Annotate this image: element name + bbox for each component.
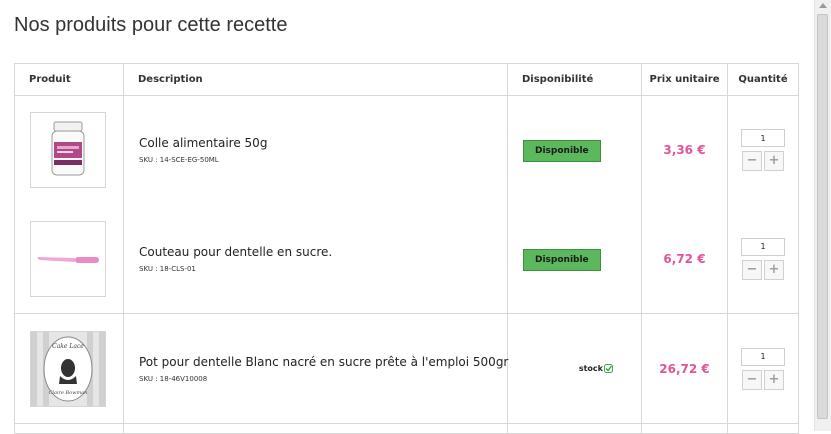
scroll-up-icon[interactable] <box>819 3 827 8</box>
quantity-cell: − + <box>727 95 799 205</box>
price-cell: 6,72 € <box>641 204 728 314</box>
product-image-cell <box>14 204 124 314</box>
quantity-input[interactable] <box>741 347 785 366</box>
quantity-cell: − + <box>727 313 799 424</box>
increase-quantity-button[interactable]: + <box>764 259 784 280</box>
increase-quantity-button[interactable]: + <box>764 151 784 172</box>
stock-label: stock <box>578 364 603 373</box>
product-image-cell <box>14 95 124 205</box>
unit-price: 6,72 € <box>663 251 706 266</box>
quantity-stepper: − + <box>728 347 798 390</box>
quantity-cell: − + <box>727 204 799 314</box>
unit-price: 26,72 € <box>659 361 710 376</box>
product-image-cell: Cake Lace Claire Bowman <box>14 313 124 424</box>
quantity-stepper: − + <box>728 129 798 172</box>
increase-quantity-button[interactable]: + <box>764 369 784 390</box>
header-unit-price: Prix unitaire <box>641 63 728 96</box>
product-sku: SKU : 18-46V10008 <box>139 374 208 383</box>
product-sku: SKU : 18-CLS-01 <box>139 264 196 273</box>
price-cell: 26,72 € <box>641 313 728 424</box>
availability-cell: Disponible <box>507 204 642 314</box>
svg-text:Claire Bowman: Claire Bowman <box>49 390 88 396</box>
table-row: Couteau pour dentelle en sucre. SKU : 18… <box>14 204 799 314</box>
quantity-input[interactable] <box>741 129 785 148</box>
product-image[interactable] <box>30 112 106 189</box>
header-description: Description <box>123 63 508 96</box>
stock-check-icon <box>604 364 613 373</box>
availability-cell: Disponible <box>507 95 642 205</box>
availability-cell: stock <box>507 313 642 424</box>
table-row: Colle alimentaire 50g SKU : 14-SCE-EG-50… <box>14 95 799 205</box>
product-image[interactable] <box>30 220 106 297</box>
quantity-input[interactable] <box>741 237 785 256</box>
quantity-stepper: − + <box>728 237 798 280</box>
table-row <box>14 423 799 434</box>
vertical-scrollbar[interactable] <box>814 0 831 431</box>
product-description-cell: Couteau pour dentelle en sucre. SKU : 18… <box>123 204 508 314</box>
header-quantity: Quantité <box>727 63 799 96</box>
product-name[interactable]: Couteau pour dentelle en sucre. <box>139 245 507 259</box>
product-description-cell: Colle alimentaire 50g SKU : 14-SCE-EG-50… <box>123 95 508 205</box>
decrease-quantity-button[interactable]: − <box>742 151 762 172</box>
table-row: Cake Lace Claire Bowman Pot pour dentell… <box>14 313 799 424</box>
page-title: Nos produits pour cette recette <box>14 14 288 36</box>
svg-text:Cake Lace: Cake Lace <box>52 343 84 350</box>
price-cell: 3,36 € <box>641 95 728 205</box>
table-header-row: Produit Description Disponibilité Prix u… <box>14 63 799 96</box>
product-description-cell: Pot pour dentelle Blanc nacré en sucre p… <box>123 313 508 424</box>
availability-badge: Disponible <box>523 140 601 163</box>
glue-jar-icon <box>51 121 85 176</box>
pink-knife-icon <box>37 256 99 263</box>
product-name[interactable]: Colle alimentaire 50g <box>139 136 507 150</box>
scrollbar-thumb[interactable] <box>817 14 828 419</box>
products-table: Produit Description Disponibilité Prix u… <box>14 63 799 434</box>
header-product: Produit <box>14 63 124 96</box>
availability-badge: Disponible <box>523 248 601 271</box>
decrease-quantity-button[interactable]: − <box>742 369 762 390</box>
product-image[interactable]: Cake Lace Claire Bowman <box>30 330 106 407</box>
header-availability: Disponibilité <box>507 63 642 96</box>
cake-lace-label-icon: Cake Lace Claire Bowman <box>31 331 105 406</box>
decrease-quantity-button[interactable]: − <box>742 259 762 280</box>
product-sku: SKU : 14-SCE-EG-50ML <box>139 156 219 165</box>
unit-price: 3,36 € <box>663 143 706 158</box>
product-name[interactable]: Pot pour dentelle Blanc nacré en sucre p… <box>139 355 508 369</box>
